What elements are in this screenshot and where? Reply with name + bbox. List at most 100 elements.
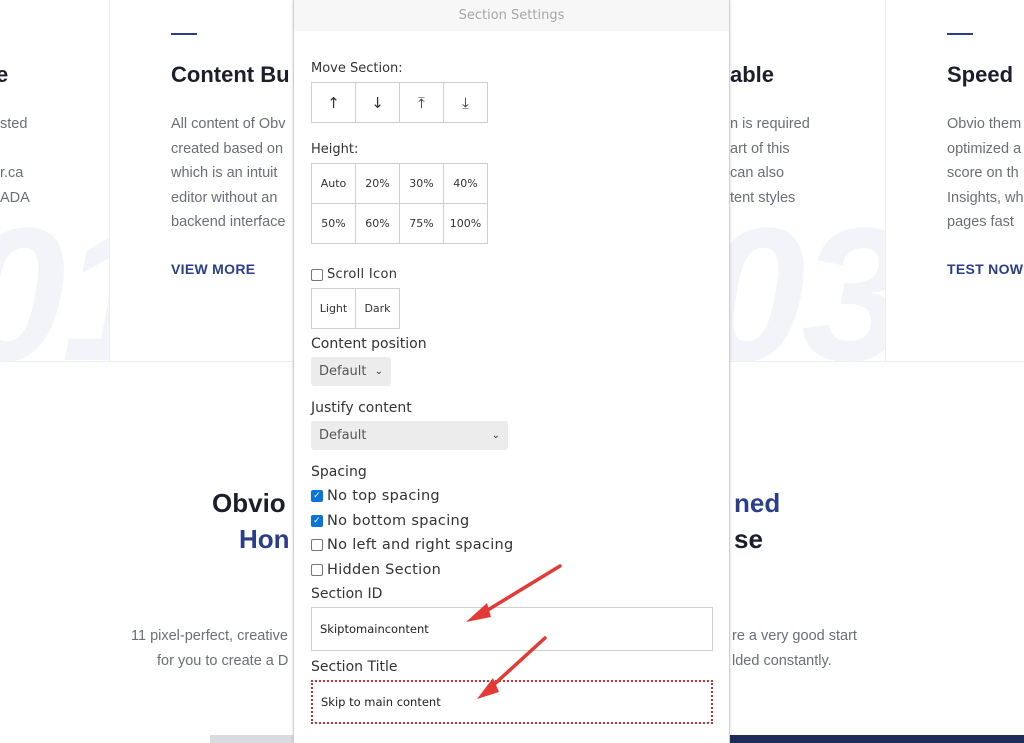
feature-column-2: Content Bu All content of Obv created ba… [110,0,293,362]
no-top-spacing-row[interactable]: ✓ No top spacing [311,488,440,504]
accent-line [171,33,197,35]
height-buttons: Auto 20% 30% 40% 50% 60% 75% 100% [311,163,488,244]
column-body: All content of Obv created based on whic… [171,112,285,235]
section-id-value: Skiptomaincontent [320,622,429,636]
next-section-strip [210,735,293,743]
content-position-value: Default [319,364,367,379]
feature-column-1: 01 e sted r.ca ADA [0,0,109,362]
arrow-up-icon: ↑ [327,93,340,112]
feature-column-3: 03 able n is required art of this can al… [730,0,885,362]
body-line: editor without an [171,189,278,206]
column-body: sted r.ca ADA [0,112,30,210]
scroll-icon-checkbox-row[interactable]: Scroll Icon [311,267,397,282]
body-line: tent styles [730,189,796,206]
move-to-bottom-button[interactable]: ⤓ [444,83,488,123]
body-line: sted [0,116,28,132]
column-title: Content Bu [171,62,290,87]
headline-right-line1: ned [734,488,781,518]
hidden-section-label: Hidden Section [327,562,442,578]
body-line: pages fast [947,214,1014,230]
no-bottom-spacing-row[interactable]: ✓ No bottom spacing [311,513,470,529]
next-section-strip [730,735,1024,743]
scroll-icon-light-button[interactable]: Light [312,289,356,329]
headline-left-line1: Obvio [212,488,286,518]
checkmark-icon[interactable]: ✓ [311,490,323,502]
content-position-label: Content position [311,336,427,352]
height-label: Height: [311,142,359,157]
spacing-label: Spacing [311,464,367,480]
no-left-right-spacing-label: No left and right spacing [327,537,514,553]
section-title-label: Section Title [311,659,398,675]
column-title: e [0,62,9,87]
justify-content-label: Justify content [311,400,412,416]
scroll-icon-label: Scroll Icon [327,267,398,282]
headline-left-line2: Hon [239,524,290,554]
column-title: able [730,62,775,87]
paragraph-right-line2: lded constantly. [732,653,832,669]
height-60-button[interactable]: 60% [356,204,400,244]
chevron-down-icon: ⌄ [491,430,500,441]
height-50-button[interactable]: 50% [312,204,356,244]
no-top-spacing-label: No top spacing [327,488,440,504]
body-line: optimized a [947,140,1022,157]
move-section-buttons: ↑ ↓ ⤒ ⤓ [311,82,488,123]
paragraph-right-line1: re a very good start [732,628,857,644]
no-left-right-spacing-checkbox[interactable] [311,539,323,551]
move-down-button[interactable]: ↓ [356,83,400,123]
section-id-label: Section ID [311,586,383,602]
feature-column-4: Speed Obvio them optimized a score on th… [886,0,1024,362]
arrow-down-icon: ↓ [371,93,384,112]
test-now-link[interactable]: TEST NOW [947,261,1023,277]
no-bottom-spacing-label: No bottom spacing [327,513,470,529]
arrow-to-bottom-icon: ⤓ [462,93,469,112]
view-more-link[interactable]: VIEW MORE [171,261,255,277]
body-line: All content of Obv [171,116,286,132]
move-section-label: Move Section: [311,61,403,76]
chevron-down-icon: ⌄ [374,366,383,377]
scroll-icon-buttons: Light Dark [311,288,400,329]
column-title: Speed [947,62,1014,87]
body-line: which is an intuit [171,165,278,181]
body-line [0,137,30,162]
section-settings-modal: Section Settings Move Section: ↑ ↓ ⤒ ⤓ H… [293,0,730,743]
column-number: 03 [730,200,885,362]
section-id-input[interactable]: Skiptomaincontent [311,607,713,651]
move-to-top-button[interactable]: ⤒ [400,83,444,123]
body-line: backend interface [171,214,286,230]
content-position-select[interactable]: Default ⌄ [311,357,391,386]
body-line: art of this [730,140,790,157]
column-body: n is required art of this can also tent … [730,112,810,210]
height-20-button[interactable]: 20% [356,164,400,204]
no-left-right-spacing-row[interactable]: No left and right spacing [311,537,514,553]
checkmark-icon[interactable]: ✓ [311,515,323,527]
section-title-input[interactable]: Skip to main content [311,680,713,724]
justify-content-select[interactable]: Default ⌄ [311,421,508,450]
hidden-section-checkbox[interactable] [311,564,323,576]
accent-line [947,33,973,35]
body-line: r.ca [0,165,24,181]
move-up-button[interactable]: ↑ [312,83,356,123]
height-100-button[interactable]: 100% [444,204,488,244]
height-75-button[interactable]: 75% [400,204,444,244]
body-line: score on th [947,165,1019,181]
height-30-button[interactable]: 30% [400,164,444,204]
hidden-section-row[interactable]: Hidden Section [311,562,441,578]
scroll-icon-dark-button[interactable]: Dark [356,289,400,329]
paragraph-left-line1: 11 pixel-perfect, creative [131,628,288,644]
paragraph-left-line2: for you to create a D [157,653,289,669]
body-line: created based on [171,140,284,157]
column-number: 01 [0,200,109,362]
modal-title: Section Settings [294,0,729,31]
body-line: n is required [730,116,810,132]
section-title-value: Skip to main content [321,695,441,709]
height-40-button[interactable]: 40% [444,164,488,204]
height-auto-button[interactable]: Auto [312,164,356,204]
body-line: Insights, wh [947,189,1024,206]
arrow-to-top-icon: ⤒ [418,93,425,112]
column-body: Obvio them optimized a score on th Insig… [947,112,1024,235]
body-line: Obvio them [947,116,1022,132]
justify-content-value: Default [319,428,367,443]
scroll-icon-checkbox[interactable] [311,268,323,281]
body-line: ADA [0,189,30,206]
headline-right-line2: se [734,524,763,554]
